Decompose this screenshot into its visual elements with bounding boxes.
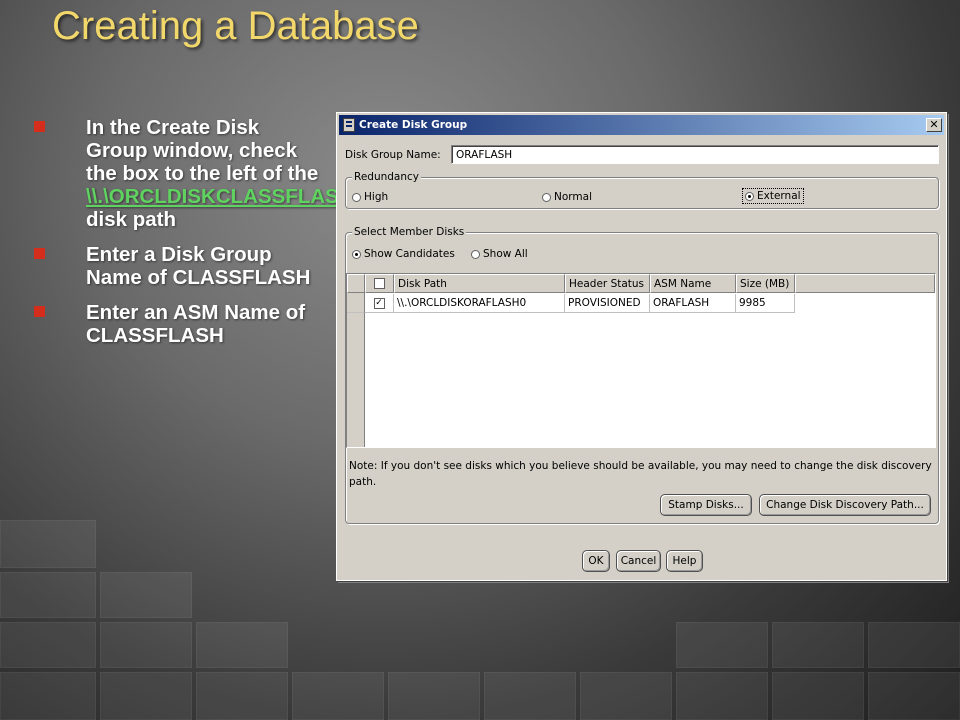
radio-button-selected-icon xyxy=(745,191,754,201)
bullet-item: Enter an ASM Name of CLASSFLASH xyxy=(34,301,324,347)
dialog-title: Create Disk Group xyxy=(359,119,468,131)
bullet-item: Enter a Disk Group Name of CLASSFLASH xyxy=(34,243,324,289)
column-header-asm-name[interactable]: ASM Name xyxy=(650,274,736,293)
radio-show-all[interactable]: Show All xyxy=(471,248,528,260)
disk-group-name-input[interactable] xyxy=(451,145,939,164)
dialog-titlebar[interactable]: Create Disk Group ✕ xyxy=(339,115,944,135)
bg-tile xyxy=(676,622,768,668)
radio-button-selected-icon xyxy=(352,249,361,259)
radio-label: Show All xyxy=(483,248,528,260)
disk-group-name-label: Disk Group Name: xyxy=(345,149,441,161)
row-header-cell xyxy=(347,294,365,313)
select-all-checkbox-header[interactable] xyxy=(365,274,394,293)
member-disks-legend: Select Member Disks xyxy=(352,226,467,238)
bg-tile xyxy=(580,672,672,720)
square-bullet-icon xyxy=(34,306,45,317)
bg-tile xyxy=(0,672,96,720)
disk-path-link[interactable]: \\.\ORCLDISKCLASSFLASH0 xyxy=(86,185,365,208)
change-discovery-path-button[interactable]: Change Disk Discovery Path... xyxy=(759,494,931,516)
square-bullet-icon xyxy=(34,121,45,132)
bg-tile xyxy=(484,672,576,720)
help-button[interactable]: Help xyxy=(666,550,703,572)
radio-high[interactable]: High xyxy=(352,191,388,203)
create-disk-group-dialog: Create Disk Group ✕ Disk Group Name: Red… xyxy=(336,112,947,581)
row-checkbox[interactable]: ✓ xyxy=(365,294,394,313)
bullet-list: In the Create Disk Group window, check t… xyxy=(34,116,365,359)
table-header: Disk Path Header Status ASM Name Size (M… xyxy=(347,274,935,293)
bullet-text: disk path xyxy=(86,208,176,231)
cell-asm-name[interactable]: ORAFLASH xyxy=(650,294,736,313)
bg-tile xyxy=(196,672,288,720)
bg-tile xyxy=(868,622,960,668)
bg-tile xyxy=(868,672,960,720)
stamp-disks-button[interactable]: Stamp Disks... xyxy=(660,494,752,516)
radio-normal[interactable]: Normal xyxy=(542,191,592,203)
radio-show-candidates[interactable]: Show Candidates xyxy=(352,248,455,260)
redundancy-group: Redundancy High Normal External xyxy=(345,171,939,209)
bullet-text: Enter an ASM Name of CLASSFLASH xyxy=(86,301,306,347)
bg-tile xyxy=(772,622,864,668)
bg-tile xyxy=(0,622,96,668)
disks-table: Disk Path Header Status ASM Name Size (M… xyxy=(346,273,936,448)
checkbox-icon xyxy=(374,278,385,289)
cancel-button[interactable]: Cancel xyxy=(616,550,661,572)
checkbox-checked-icon: ✓ xyxy=(373,297,385,309)
bg-tile xyxy=(676,672,768,720)
cell-disk-path: \\.\ORCLDISKORAFLASH0 xyxy=(394,294,565,313)
radio-label: Show Candidates xyxy=(364,248,455,260)
radio-button-icon xyxy=(471,249,480,259)
bg-tile xyxy=(100,572,192,618)
bg-tile xyxy=(196,622,288,668)
cell-header-status: PROVISIONED xyxy=(565,294,650,313)
column-header-disk-path[interactable]: Disk Path xyxy=(394,274,565,293)
column-header-header-status[interactable]: Header Status xyxy=(565,274,650,293)
radio-external[interactable]: External xyxy=(742,188,804,204)
bullet-text: Enter a Disk Group Name of CLASSFLASH xyxy=(86,243,311,289)
bg-tile xyxy=(0,572,96,618)
bullet-text: In the Create Disk Group window, check t… xyxy=(86,116,319,185)
bg-tile xyxy=(100,672,192,720)
bg-tile xyxy=(292,672,384,720)
radio-label: Normal xyxy=(554,191,592,203)
cell-size: 9985 xyxy=(736,294,795,313)
close-button[interactable]: ✕ xyxy=(926,118,942,132)
slide-title: Creating a Database xyxy=(52,4,419,48)
square-bullet-icon xyxy=(34,248,45,259)
radio-label: High xyxy=(364,191,389,203)
row-header-column xyxy=(347,293,365,447)
ok-button[interactable]: OK xyxy=(582,550,610,572)
window-app-icon xyxy=(343,118,355,132)
table-row[interactable]: ✓ \\.\ORCLDISKORAFLASH0 PROVISIONED ORAF… xyxy=(347,294,795,313)
radio-label: External xyxy=(757,190,801,202)
bullet-item: In the Create Disk Group window, check t… xyxy=(34,116,365,231)
bg-tile xyxy=(388,672,480,720)
column-header-filler xyxy=(795,274,935,293)
radio-button-icon xyxy=(352,192,361,202)
bg-tile xyxy=(0,520,96,568)
bg-tile xyxy=(100,622,192,668)
redundancy-legend: Redundancy xyxy=(352,171,421,183)
column-header-size[interactable]: Size (MB) xyxy=(736,274,795,293)
discovery-note: Note: If you don't see disks which you b… xyxy=(349,460,932,488)
bg-tile xyxy=(772,672,864,720)
row-header-corner xyxy=(347,274,365,293)
radio-button-icon xyxy=(542,192,551,202)
